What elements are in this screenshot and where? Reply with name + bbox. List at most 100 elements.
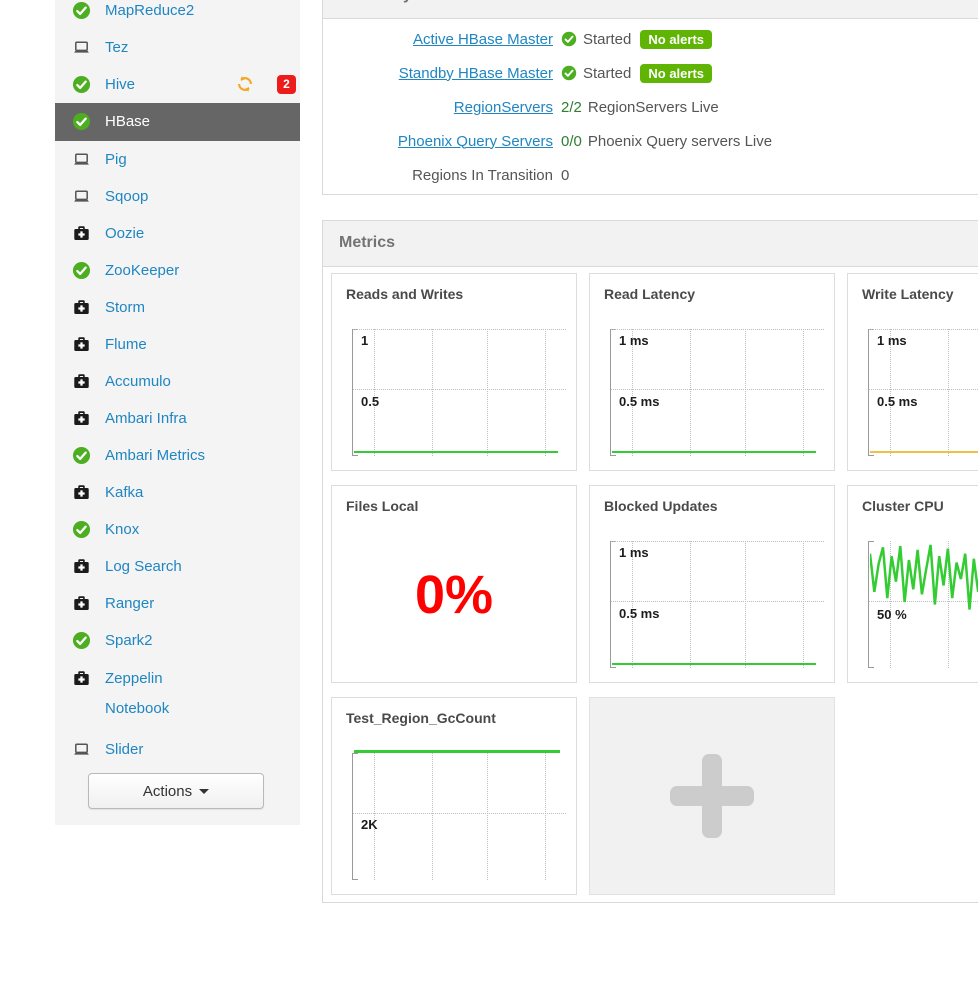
add-widget-tile[interactable] (589, 697, 835, 895)
maintenance-medkit-icon (72, 594, 92, 614)
sidebar-item-pig[interactable]: Pig (55, 141, 300, 178)
sidebar-item-ambari-metrics[interactable]: Ambari Metrics (55, 437, 300, 474)
metric-tile-read-latency[interactable]: Read Latency 1 ms 0.5 ms (589, 273, 835, 471)
gridline (487, 753, 489, 880)
metric-tile-reads-and-writes[interactable]: Reads and Writes 1 0.5 (331, 273, 577, 471)
summary-row-phoenix: Phoenix Query Servers 0/0 Phoenix Query … (323, 124, 978, 158)
metric-tile-files-local[interactable]: Files Local 0% (331, 485, 577, 683)
series-line (612, 663, 816, 665)
metric-tile-title: Reads and Writes (346, 286, 464, 302)
sidebar-item-label: Ranger (105, 594, 155, 612)
client-only-icon (72, 740, 92, 760)
regionservers-live-text: RegionServers Live (587, 98, 719, 116)
maintenance-medkit-icon (72, 224, 92, 244)
gridline (611, 541, 824, 542)
metric-tile-blocked-updates[interactable]: Blocked Updates 1 ms 0.5 ms (589, 485, 835, 683)
no-alerts-badge[interactable]: No alerts (640, 63, 713, 83)
regionservers-link[interactable]: RegionServers (454, 99, 553, 116)
reads-and-writes-chart: 1 0.5 (352, 329, 566, 456)
gridline (487, 329, 489, 456)
client-only-icon (72, 150, 92, 170)
sidebar-item-storm[interactable]: Storm (55, 289, 300, 326)
metric-tile-test-region-gccount[interactable]: Test_Region_GcCount 2K (331, 697, 577, 895)
sidebar-item-label: Accumulo (105, 372, 171, 390)
gridline (869, 329, 978, 330)
started-check-icon (561, 65, 577, 81)
sidebar-item-ambari-infra[interactable]: Ambari Infra (55, 400, 300, 437)
sidebar-item-zeppelin-notebook[interactable]: Zeppelin Notebook (55, 659, 300, 731)
alert-count-badge[interactable]: 2 (277, 75, 296, 94)
chevron-down-icon (199, 788, 210, 794)
y-axis-tick-label: 1 ms (619, 545, 649, 560)
sidebar-item-label: Ambari Metrics (105, 446, 206, 464)
metric-tile-cluster-cpu[interactable]: Cluster CPU 50 % (847, 485, 978, 683)
sidebar-item-log-search[interactable]: Log Search (55, 548, 300, 585)
sidebar-item-mapreduce2[interactable]: MapReduce2 (55, 0, 300, 29)
gridline (353, 388, 566, 390)
gridline (632, 541, 634, 668)
cluster-cpu-series (870, 541, 978, 668)
maintenance-medkit-icon (72, 298, 92, 318)
sidebar-item-knox[interactable]: Knox (55, 511, 300, 548)
actions-dropdown-button[interactable]: Actions (88, 773, 264, 809)
gridline (611, 329, 824, 330)
sidebar-item-label: HBase (105, 113, 151, 130)
health-check-icon (72, 631, 92, 651)
sidebar-item-hbase[interactable]: HBase (55, 103, 300, 141)
health-check-icon (72, 1, 92, 21)
sidebar-item-oozie[interactable]: Oozie (55, 215, 300, 252)
no-alerts-badge[interactable]: No alerts (640, 29, 713, 49)
gridline (431, 329, 433, 456)
sidebar-item-hive[interactable]: Hive 2 (55, 66, 300, 103)
files-local-percentage: 0% (414, 565, 494, 625)
sidebar-item-sqoop[interactable]: Sqoop (55, 178, 300, 215)
sidebar-item-kafka[interactable]: Kafka (55, 474, 300, 511)
health-check-icon (72, 520, 92, 540)
series-line (354, 750, 560, 753)
gridline (611, 600, 824, 602)
health-check-icon (72, 446, 92, 466)
sidebar-item-label: Sqoop (105, 187, 149, 205)
sidebar-item-tez[interactable]: Tez (55, 29, 300, 66)
regions-in-transition-label: Regions In Transition (412, 166, 553, 184)
read-latency-chart: 1 ms 0.5 ms (610, 329, 824, 456)
active-hbase-master-link[interactable]: Active HBase Master (413, 31, 553, 48)
metrics-panel-title: Metrics (323, 221, 978, 267)
health-check-icon (72, 112, 92, 132)
gridline (544, 753, 546, 880)
gridline (431, 753, 433, 880)
sidebar-item-spark2[interactable]: Spark2 (55, 622, 300, 659)
gridline (689, 541, 691, 668)
metric-tile-write-latency[interactable]: Write Latency 1 ms 0.5 ms (847, 273, 978, 471)
restart-required-icon[interactable] (236, 75, 254, 93)
sidebar-item-slider[interactable]: Slider (55, 731, 300, 768)
regions-in-transition-value: 0 (561, 166, 570, 184)
y-axis-tick-label: 1 ms (877, 333, 907, 348)
service-sidebar: MapReduce2 Tez Hive 2 HBase Pig Sqoop Oo… (55, 0, 300, 825)
y-axis-tick-label: 0.5 ms (877, 393, 918, 409)
sidebar-item-flume[interactable]: Flume (55, 326, 300, 363)
standby-hbase-master-link[interactable]: Standby HBase Master (399, 65, 553, 82)
metric-tile-title: Test_Region_GcCount (346, 710, 496, 726)
phoenix-live-text: Phoenix Query servers Live (587, 132, 773, 150)
gridline (745, 541, 747, 668)
actions-button-label: Actions (142, 782, 193, 800)
sidebar-item-ranger[interactable]: Ranger (55, 585, 300, 622)
summary-row-active-master: Active HBase Master Started No alerts (323, 22, 978, 56)
gridline (374, 329, 376, 456)
sidebar-item-label: Log Search (105, 557, 182, 575)
gridline (869, 388, 978, 390)
phoenix-query-servers-link[interactable]: Phoenix Query Servers (398, 133, 553, 150)
summary-row-standby-master: Standby HBase Master Started No alerts (323, 56, 978, 90)
blocked-updates-chart: 1 ms 0.5 ms (610, 541, 824, 668)
y-axis-tick-label: 1 (361, 333, 369, 348)
gridline (802, 329, 804, 456)
series-line (870, 451, 978, 453)
gridline (890, 329, 892, 456)
series-line (354, 451, 558, 453)
metric-tile-title: Read Latency (604, 286, 696, 302)
sidebar-item-accumulo[interactable]: Accumulo (55, 363, 300, 400)
sidebar-item-label: MapReduce2 (105, 1, 195, 19)
maintenance-medkit-icon (72, 372, 92, 392)
sidebar-item-zookeeper[interactable]: ZooKeeper (55, 252, 300, 289)
